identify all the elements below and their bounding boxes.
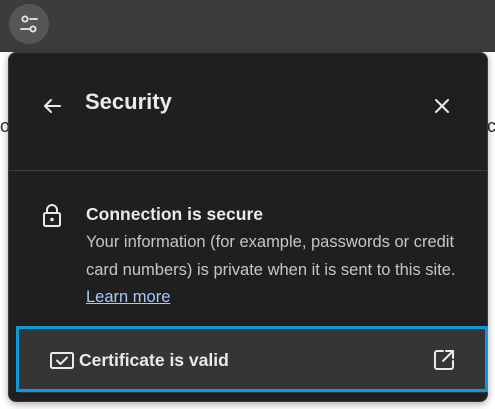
site-info-button[interactable] — [9, 4, 49, 44]
page-text-fragment: c — [487, 116, 495, 136]
certificate-row[interactable]: Certificate is valid — [19, 329, 485, 393]
browser-toolbar — [0, 0, 495, 52]
back-button[interactable] — [35, 89, 69, 123]
tune-icon — [20, 15, 38, 33]
panel-title: Security — [85, 89, 172, 114]
close-icon — [435, 99, 449, 113]
connection-description-text: Your information (for example, passwords… — [86, 233, 456, 279]
certificate-label: Certificate is valid — [79, 350, 229, 370]
header-divider — [9, 170, 487, 171]
connection-status-title: Connection is secure — [86, 204, 263, 224]
panel-header: Security — [9, 53, 487, 170]
open-in-new-icon[interactable] — [431, 347, 457, 373]
learn-more-link[interactable]: Learn more — [86, 288, 170, 306]
arrow-back-icon — [44, 99, 61, 113]
lock-icon — [43, 204, 61, 227]
close-button[interactable] — [425, 89, 459, 123]
certificate-icon — [50, 352, 74, 369]
security-panel: Security Connection is secure Your infor… — [8, 52, 488, 402]
connection-description: Your information (for example, passwords… — [86, 229, 471, 312]
